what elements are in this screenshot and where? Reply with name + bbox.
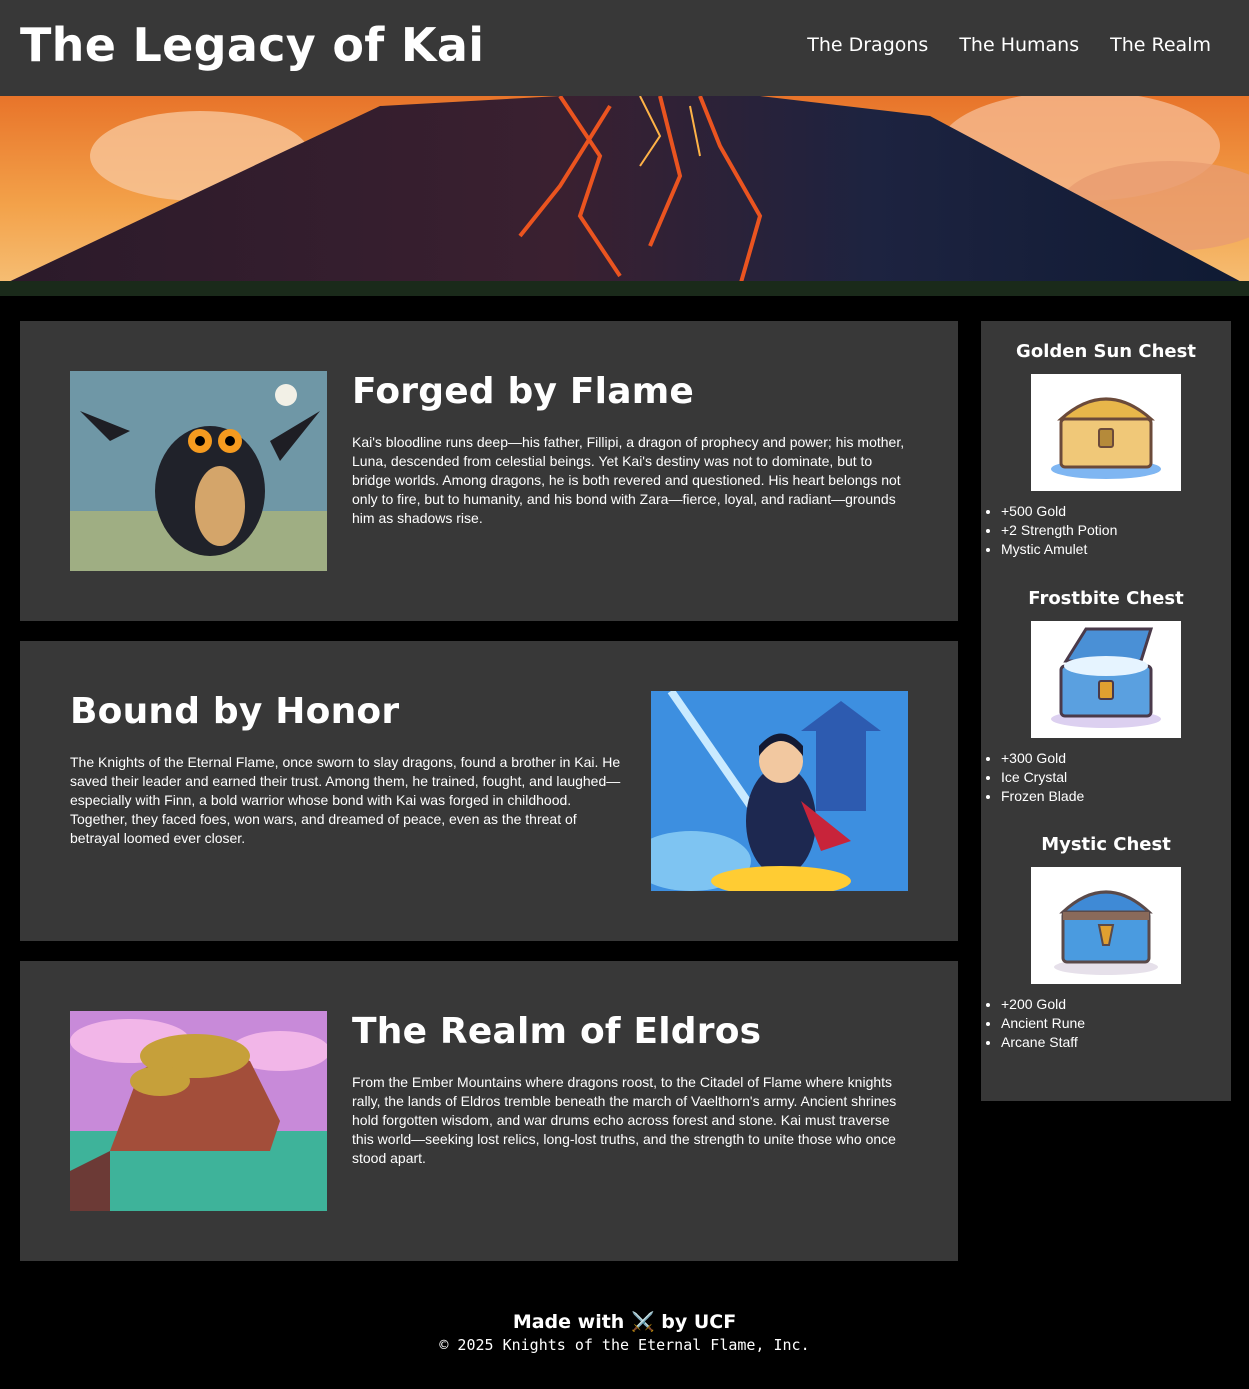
mystic-chest-image xyxy=(1031,867,1181,984)
list-item: +500 Gold xyxy=(1001,502,1231,521)
list-item: Ice Crystal xyxy=(1001,768,1231,787)
site-header: The Legacy of Kai The Dragons The Humans… xyxy=(0,0,1249,96)
section-title: Forged by Flame xyxy=(352,371,695,412)
site-title: The Legacy of Kai xyxy=(20,18,485,72)
site-footer: Made with ⚔️ by UCF © 2025 Knights of th… xyxy=(0,1310,1249,1354)
footer-made-with: Made with ⚔️ by UCF xyxy=(512,1311,737,1333)
story-card-forged-by-flame: Forged by Flame Kai's bloodline runs dee… xyxy=(20,321,958,621)
chest-golden-sun: Golden Sun Chest +500 Gold +2 Strength P… xyxy=(981,341,1231,559)
story-card-bound-by-honor: Bound by Honor The Knights of the Eterna… xyxy=(20,641,958,941)
knight-warrior-image xyxy=(651,691,908,891)
section-title: Bound by Honor xyxy=(70,691,400,732)
hero-banner-image xyxy=(0,96,1249,296)
footer-copyright: © 2025 Knights of the Eternal Flame, Inc… xyxy=(439,1336,810,1354)
chest-rewards-list: +300 Gold Ice Crystal Frozen Blade xyxy=(981,749,1231,806)
chest-rewards-list: +200 Gold Ancient Rune Arcane Staff xyxy=(981,995,1231,1052)
chest-title: Mystic Chest xyxy=(1041,834,1171,855)
chest-rewards-list: +500 Gold +2 Strength Potion Mystic Amul… xyxy=(981,502,1231,559)
list-item: Ancient Rune xyxy=(1001,1014,1231,1033)
chest-title: Frostbite Chest xyxy=(1028,588,1184,609)
list-item: Frozen Blade xyxy=(1001,787,1231,806)
list-item: +2 Strength Potion xyxy=(1001,521,1231,540)
list-item: Arcane Staff xyxy=(1001,1033,1231,1052)
chest-title: Golden Sun Chest xyxy=(1016,341,1196,362)
list-item: +300 Gold xyxy=(1001,749,1231,768)
section-text: From the Ember Mountains where dragons r… xyxy=(352,1074,897,1166)
story-card-realm-of-eldros: The Realm of Eldros From the Ember Mount… xyxy=(20,961,958,1261)
black-dragon-image xyxy=(70,371,327,571)
nav-link-dragons[interactable]: The Dragons xyxy=(807,34,928,56)
list-item: +200 Gold xyxy=(1001,995,1231,1014)
section-title: The Realm of Eldros xyxy=(352,1011,762,1052)
treasure-sidebar: Golden Sun Chest +500 Gold +2 Strength P… xyxy=(981,321,1231,1101)
island-landscape-image xyxy=(70,1011,327,1211)
nav-link-humans[interactable]: The Humans xyxy=(959,34,1079,56)
section-text: Kai's bloodline runs deep—his father, Fi… xyxy=(352,434,905,526)
main-nav: The Dragons The Humans The Realm xyxy=(807,34,1211,56)
chest-mystic: Mystic Chest +200 Gold Ancient Rune Arca… xyxy=(981,834,1231,1052)
section-text: The Knights of the Eternal Flame, once s… xyxy=(70,754,621,846)
list-item: Mystic Amulet xyxy=(1001,540,1231,559)
frost-chest-image xyxy=(1031,621,1181,738)
golden-chest-image xyxy=(1031,374,1181,491)
nav-link-realm[interactable]: The Realm xyxy=(1110,34,1211,56)
chest-frostbite: Frostbite Chest +300 Gold Ice Crystal Fr… xyxy=(981,588,1231,806)
